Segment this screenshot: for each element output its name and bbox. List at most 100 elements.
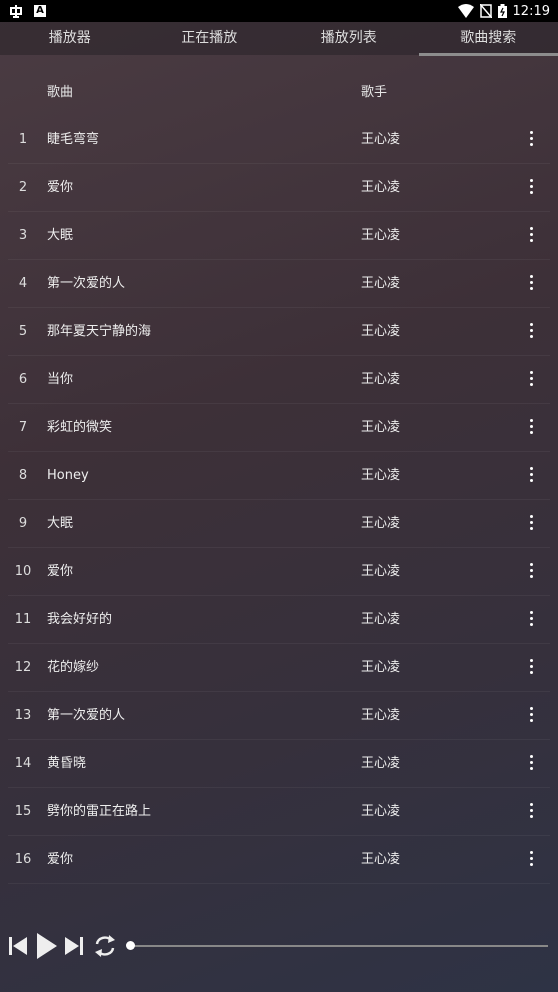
tab-now-playing[interactable]: 正在播放 <box>140 22 280 55</box>
song-title: 爱你 <box>47 852 74 867</box>
song-row[interactable]: 1 睫毛弯弯 王心凌 <box>8 116 550 164</box>
song-singer: 王心凌 <box>361 852 401 867</box>
previous-icon[interactable] <box>8 932 28 960</box>
song-singer: 王心凌 <box>361 372 401 387</box>
song-index: 10 <box>14 564 32 579</box>
song-title: Honey <box>47 468 89 483</box>
song-index: 11 <box>14 612 32 627</box>
more-options-icon[interactable] <box>524 707 538 725</box>
song-singer: 王心凌 <box>361 132 401 147</box>
song-singer: 王心凌 <box>361 276 401 291</box>
song-singer: 王心凌 <box>361 180 401 195</box>
more-options-icon[interactable] <box>524 227 538 245</box>
more-options-icon[interactable] <box>524 419 538 437</box>
song-row[interactable]: 8 Honey 王心凌 <box>8 452 550 500</box>
list-header: 歌曲 歌手 <box>0 64 558 116</box>
song-row[interactable]: 16 爱你 王心凌 <box>8 836 550 884</box>
song-row[interactable]: 5 那年夏天宁静的海 王心凌 <box>8 308 550 356</box>
more-options-icon[interactable] <box>524 851 538 869</box>
song-row[interactable]: 2 爱你 王心凌 <box>8 164 550 212</box>
tab-song-search[interactable]: 歌曲搜索 <box>418 22 558 56</box>
song-index: 16 <box>14 852 32 867</box>
song-title: 第一次爱的人 <box>47 708 126 723</box>
battery-icon <box>497 4 507 18</box>
song-title: 当你 <box>47 372 74 387</box>
tab-playlist[interactable]: 播放列表 <box>279 22 419 55</box>
song-index: 6 <box>18 372 28 387</box>
song-row[interactable]: 9 大眠 王心凌 <box>8 500 550 548</box>
more-options-icon[interactable] <box>524 611 538 629</box>
song-singer: 王心凌 <box>361 660 401 675</box>
more-options-icon[interactable] <box>524 179 538 197</box>
song-title: 第一次爱的人 <box>47 276 126 291</box>
song-index: 4 <box>18 276 28 291</box>
song-row[interactable]: 13 第一次爱的人 王心凌 <box>8 692 550 740</box>
song-row[interactable]: 7 彩虹的微笑 王心凌 <box>8 404 550 452</box>
no-sim-icon <box>479 4 492 18</box>
player-bar <box>0 924 558 968</box>
song-title: 大眠 <box>47 516 74 531</box>
more-options-icon[interactable] <box>524 275 538 293</box>
song-row[interactable]: 4 第一次爱的人 王心凌 <box>8 260 550 308</box>
header-song: 歌曲 <box>47 84 74 100</box>
song-index: 5 <box>18 324 28 339</box>
more-options-icon[interactable] <box>524 515 538 533</box>
more-options-icon[interactable] <box>524 131 538 149</box>
song-index: 14 <box>14 756 32 771</box>
more-options-icon[interactable] <box>524 755 538 773</box>
song-row[interactable]: 3 大眠 王心凌 <box>8 212 550 260</box>
header-singer: 歌手 <box>361 84 388 100</box>
song-singer: 王心凌 <box>361 564 401 579</box>
song-title: 花的嫁纱 <box>47 660 100 675</box>
song-index: 9 <box>18 516 28 531</box>
play-icon[interactable] <box>35 932 59 960</box>
song-row[interactable]: 11 我会好好的 王心凌 <box>8 596 550 644</box>
song-title: 彩虹的微笑 <box>47 420 113 435</box>
more-options-icon[interactable] <box>524 371 538 389</box>
tab-bar: 播放器 正在播放 播放列表 歌曲搜索 <box>0 22 558 56</box>
wifi-icon <box>457 4 474 18</box>
song-title: 黄昏晓 <box>47 756 87 771</box>
song-row[interactable]: 12 花的嫁纱 王心凌 <box>8 644 550 692</box>
song-index: 15 <box>14 804 32 819</box>
song-title: 大眠 <box>47 228 74 243</box>
song-row[interactable]: 10 爱你 王心凌 <box>8 548 550 596</box>
status-bar: A 12:19 <box>0 0 558 22</box>
song-row[interactable]: 15 劈你的雷正在路上 王心凌 <box>8 788 550 836</box>
repeat-icon[interactable] <box>92 932 118 960</box>
song-index: 2 <box>18 180 28 195</box>
song-index: 12 <box>14 660 32 675</box>
accessibility-icon: A <box>34 5 46 17</box>
song-title: 睫毛弯弯 <box>47 132 100 147</box>
song-title: 爱你 <box>47 564 74 579</box>
song-singer: 王心凌 <box>361 756 401 771</box>
more-options-icon[interactable] <box>524 563 538 581</box>
song-title: 那年夏天宁静的海 <box>47 324 152 339</box>
more-options-icon[interactable] <box>524 467 538 485</box>
song-singer: 王心凌 <box>361 324 401 339</box>
song-index: 7 <box>18 420 28 435</box>
more-options-icon[interactable] <box>524 323 538 341</box>
song-index: 1 <box>18 132 28 147</box>
progress-track[interactable] <box>130 945 548 947</box>
song-singer: 王心凌 <box>361 468 401 483</box>
song-title: 爱你 <box>47 180 74 195</box>
song-index: 13 <box>14 708 32 723</box>
next-icon[interactable] <box>64 932 84 960</box>
song-singer: 王心凌 <box>361 420 401 435</box>
song-singer: 王心凌 <box>361 708 401 723</box>
song-index: 8 <box>18 468 28 483</box>
status-time: 12:19 <box>512 3 550 19</box>
progress-knob[interactable] <box>126 941 135 950</box>
song-singer: 王心凌 <box>361 516 401 531</box>
song-singer: 王心凌 <box>361 228 401 243</box>
tab-player[interactable]: 播放器 <box>0 22 140 55</box>
more-options-icon[interactable] <box>524 659 538 677</box>
more-options-icon[interactable] <box>524 803 538 821</box>
song-row[interactable]: 6 当你 王心凌 <box>8 356 550 404</box>
song-title: 我会好好的 <box>47 612 113 627</box>
song-singer: 王心凌 <box>361 804 401 819</box>
song-list: 1 睫毛弯弯 王心凌 2 爱你 王心凌 3 大眠 王心凌 4 第一次爱的人 王心凌 5 那年夏天宁静的海王… <box>8 116 550 884</box>
song-row[interactable]: 14 黄昏晓 王心凌 <box>8 740 550 788</box>
song-singer: 王心凌 <box>361 612 401 627</box>
